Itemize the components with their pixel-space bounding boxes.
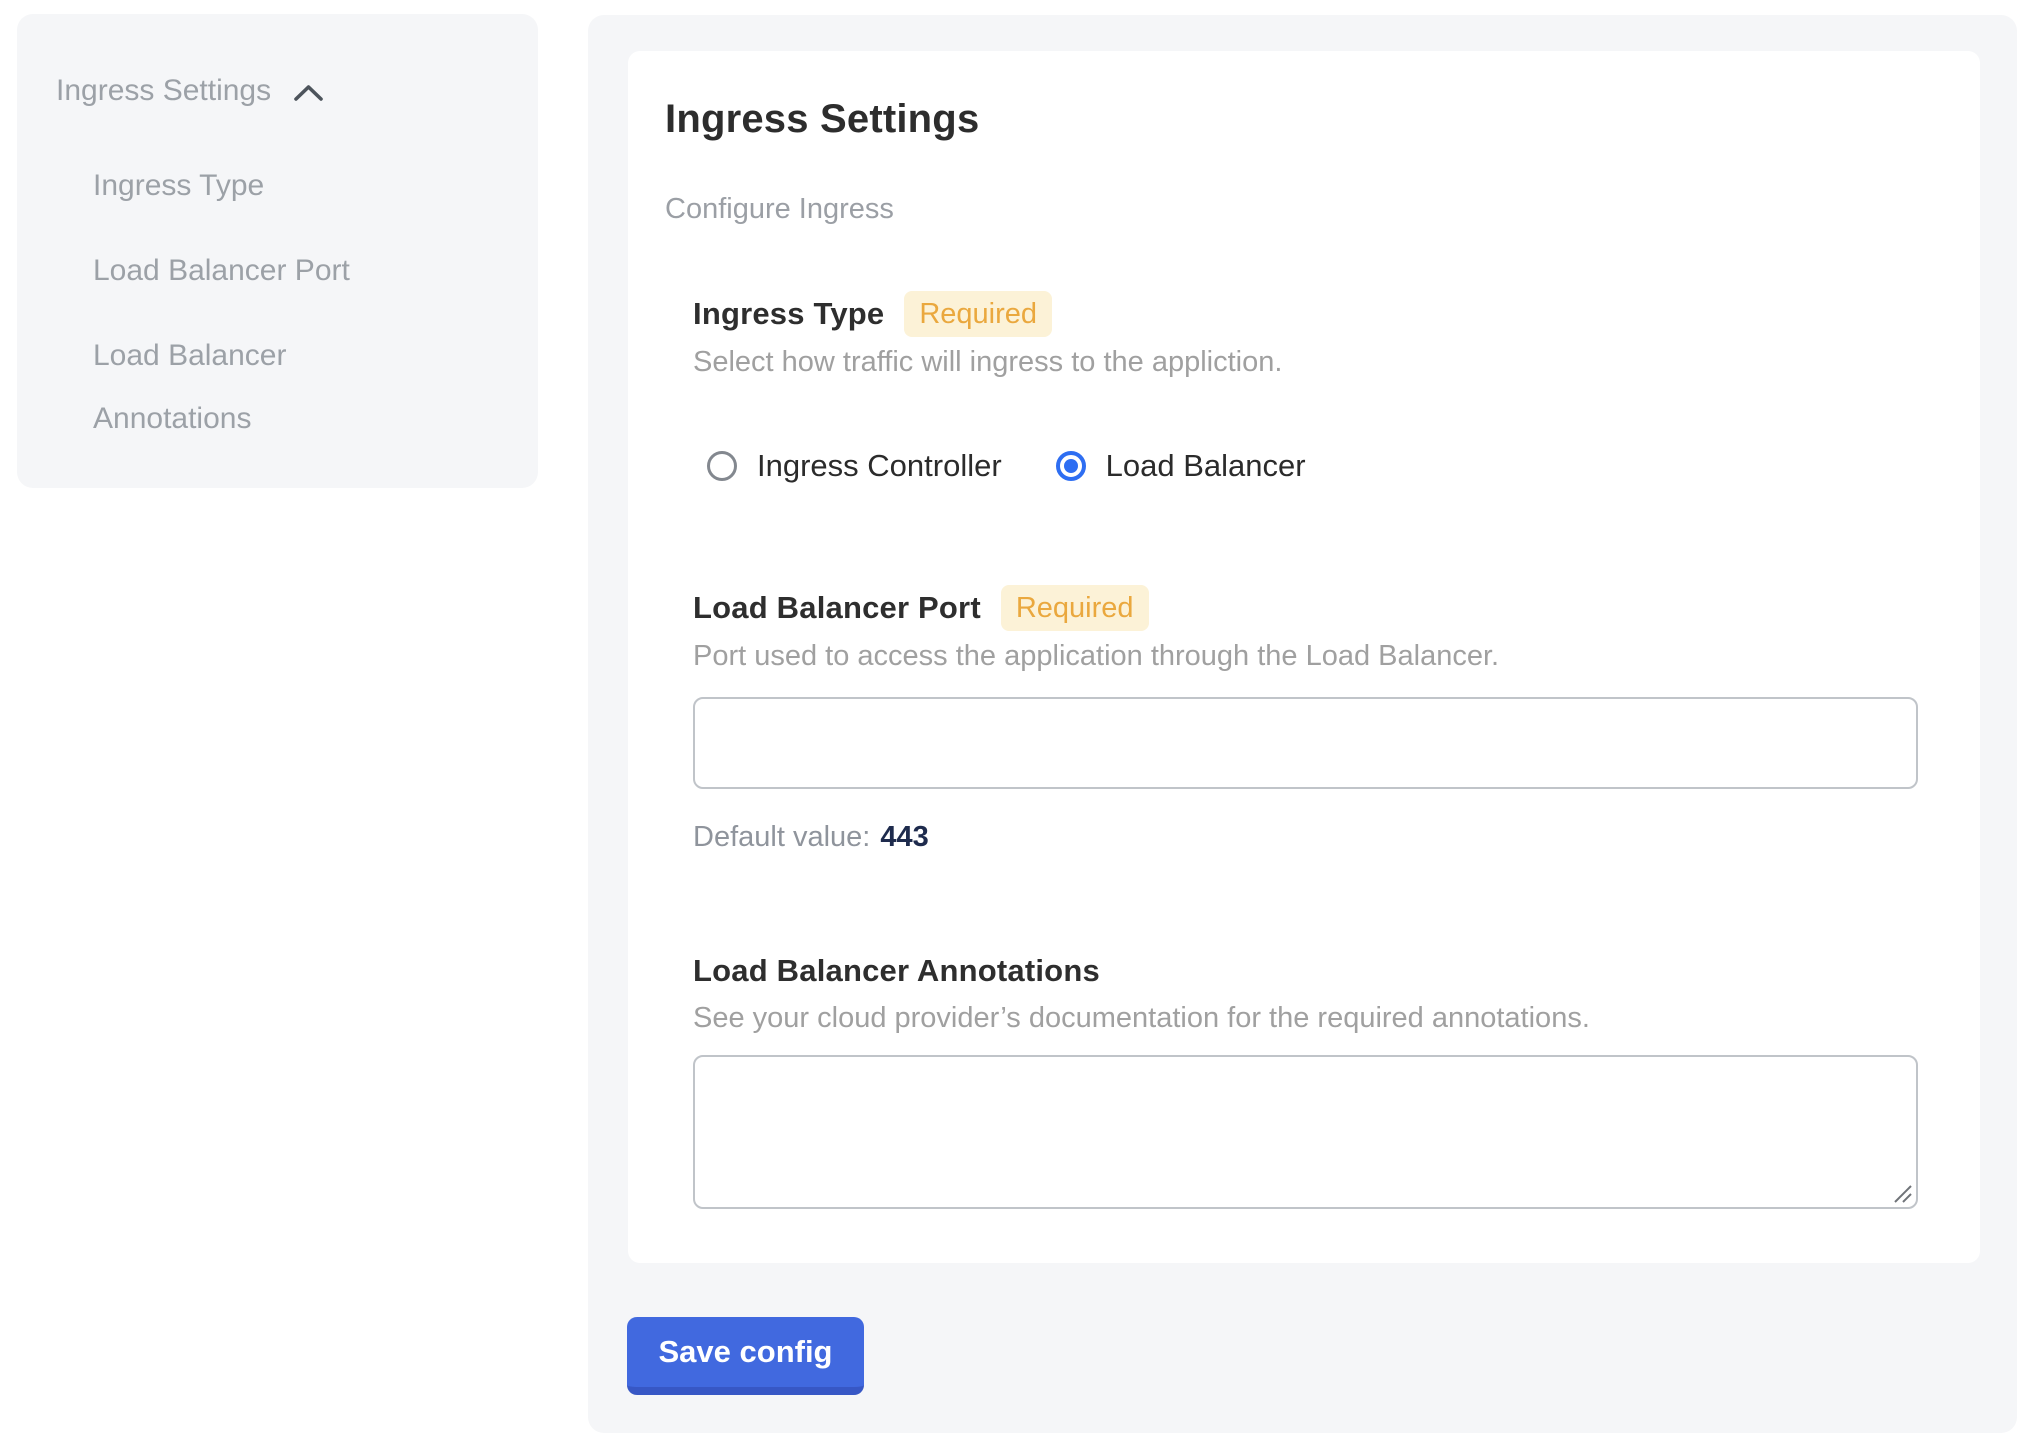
sidebar-nav: Ingress Type Load Balancer Port Load Bal…: [93, 154, 433, 450]
field-description-load-balancer-annotations: See your cloud provider’s documentation …: [693, 999, 1920, 1037]
load-balancer-annotations-textarea[interactable]: [693, 1055, 1918, 1209]
sidebar-item-load-balancer-annotations[interactable]: Load Balancer Annotations: [93, 324, 433, 450]
default-value: 443: [880, 821, 928, 853]
section-ingress-type: Ingress Type Required Select how traffic…: [693, 291, 1920, 485]
chevron-up-icon: [293, 84, 324, 102]
settings-panel: Ingress Settings Configure Ingress Ingre…: [588, 15, 2017, 1433]
page-title: Ingress Settings: [665, 95, 1920, 143]
resize-handle-icon[interactable]: [1891, 1182, 1913, 1204]
section-load-balancer-annotations: Load Balancer Annotations See your cloud…: [693, 949, 1920, 1209]
load-balancer-port-input[interactable]: [693, 697, 1918, 789]
sidebar-item-load-balancer-port[interactable]: Load Balancer Port: [93, 239, 433, 302]
sidebar-section-label: Ingress Settings: [56, 70, 271, 112]
default-value-line: Default value: 443: [693, 819, 1920, 855]
ingress-settings-card: Ingress Settings Configure Ingress Ingre…: [628, 51, 1980, 1263]
radio-label-load-balancer: Load Balancer: [1106, 447, 1306, 485]
field-label-load-balancer-port: Load Balancer Port: [693, 586, 981, 630]
radio-button-load-balancer[interactable]: [1056, 451, 1086, 481]
sidebar: Ingress Settings Ingress Type Load Balan…: [17, 14, 538, 488]
ingress-type-radio-group: Ingress Controller Load Balancer: [693, 447, 1920, 485]
default-value-label: Default value:: [693, 821, 870, 853]
required-badge: Required: [904, 291, 1052, 337]
field-label-load-balancer-annotations: Load Balancer Annotations: [693, 949, 1100, 993]
sidebar-item-ingress-type[interactable]: Ingress Type: [93, 154, 433, 217]
radio-option-load-balancer[interactable]: Load Balancer: [1056, 447, 1306, 485]
field-label-ingress-type: Ingress Type: [693, 292, 884, 336]
field-description-ingress-type: Select how traffic will ingress to the a…: [693, 343, 1920, 381]
page-subtitle: Configure Ingress: [665, 191, 1920, 227]
annotations-textarea-wrap: [693, 1055, 1918, 1209]
save-config-button[interactable]: Save config: [627, 1317, 864, 1395]
required-badge: Required: [1001, 585, 1149, 631]
radio-option-ingress-controller[interactable]: Ingress Controller: [707, 447, 1002, 485]
radio-label-ingress-controller: Ingress Controller: [757, 447, 1002, 485]
form-sections: Ingress Type Required Select how traffic…: [693, 291, 1920, 1209]
radio-button-ingress-controller[interactable]: [707, 451, 737, 481]
section-load-balancer-port: Load Balancer Port Required Port used to…: [693, 585, 1920, 855]
field-description-load-balancer-port: Port used to access the application thro…: [693, 637, 1920, 675]
sidebar-section-ingress-settings[interactable]: Ingress Settings: [56, 70, 538, 112]
